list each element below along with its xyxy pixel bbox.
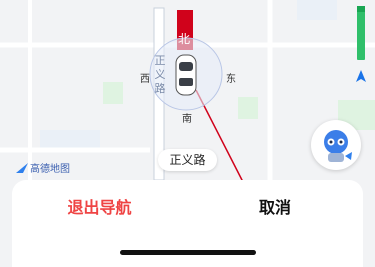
road-char: 义 [154, 68, 166, 81]
compass-south: 南 [182, 114, 192, 125]
traffic-progress-top [357, 6, 365, 12]
home-indicator[interactable] [120, 250, 256, 255]
road-char: 路 [154, 82, 166, 95]
cancel-button[interactable]: 取消 [187, 194, 363, 222]
logo-text: 高德地图 [30, 164, 70, 175]
exit-navigation-button[interactable]: 退出导航 [12, 194, 187, 222]
amap-logo: 高德地图 [16, 160, 70, 175]
compass-east: 东 [226, 74, 236, 85]
assistant-avatar-button[interactable] [311, 120, 361, 170]
compass-north: 北 [178, 32, 191, 46]
current-position-arrow-icon [356, 70, 366, 82]
logo-arrow-icon [16, 162, 28, 173]
compass-west: 西 [140, 74, 150, 85]
road-name-vertical: 正 义 路 [154, 54, 166, 96]
robot-mascot-icon [324, 130, 352, 162]
traffic-progress-bar [357, 6, 365, 60]
car-icon [175, 54, 197, 96]
road-label-pill: 正义路 [158, 149, 217, 171]
road-char: 正 [154, 54, 166, 67]
